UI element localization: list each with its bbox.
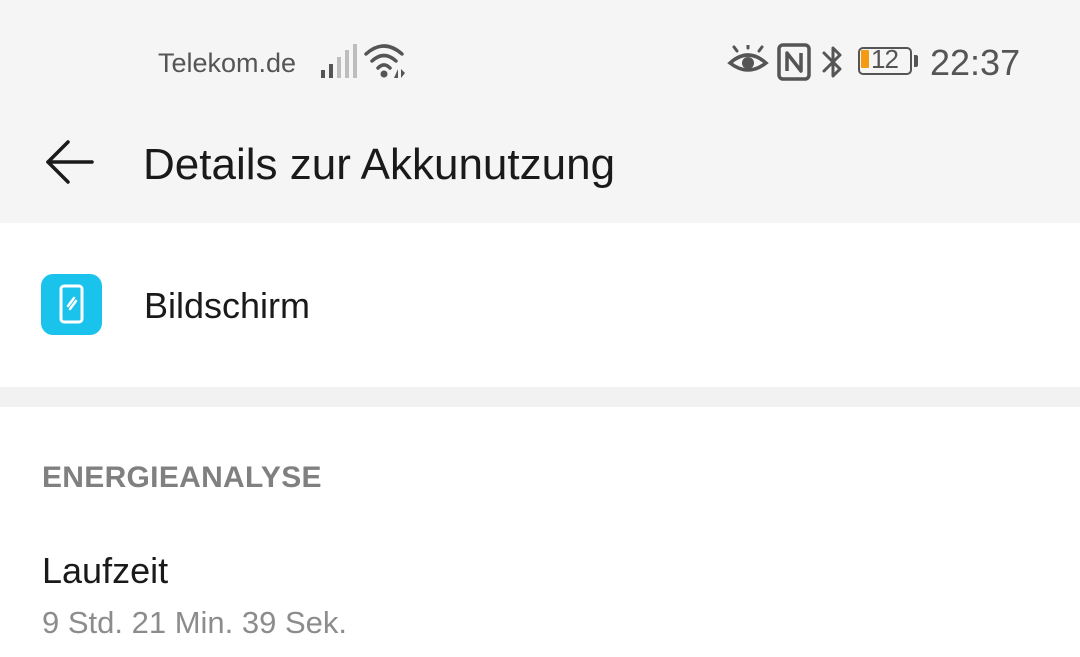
page-title: Details zur Akkunutzung [143,140,616,189]
app-name: Bildschirm [144,285,311,326]
carrier-name: Telekom.de [158,48,297,78]
runtime-label: Laufzeit [42,550,169,591]
wifi-icon [364,42,408,80]
status-bar: Telekom.de 12 22:37 [0,30,1080,96]
bluetooth-icon [820,42,846,82]
energy-analysis-header: ENERGIEANALYSE [42,461,322,494]
battery-level: 12 [871,44,899,74]
battery-tip [914,55,918,67]
section-divider [0,387,1080,407]
battery-icon: 12 [858,44,922,77]
app-row[interactable]: Bildschirm [0,223,1080,387]
battery-fill [861,50,869,68]
nfc-icon [777,43,811,81]
eye-comfort-icon [727,43,769,79]
arrow-left-icon [45,138,95,191]
signal-icon [320,44,358,80]
runtime-value: 9 Std. 21 Min. 39 Sek. [42,605,348,640]
screen-icon [41,274,102,335]
back-button[interactable] [36,130,104,198]
clock: 22:37 [930,42,1021,83]
